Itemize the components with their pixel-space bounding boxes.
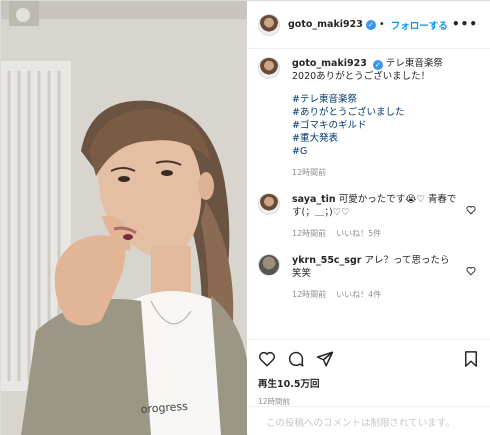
share-icon[interactable] [316, 350, 334, 368]
more-options-icon[interactable]: ••• [452, 17, 478, 31]
verified-icon: ✓ [365, 19, 376, 30]
separator-dot: • [378, 19, 385, 30]
view-count[interactable]: 再生10.5万回 [258, 376, 480, 390]
hashtag-link[interactable]: #テレ東音楽祭 [292, 93, 462, 106]
header-username[interactable]: goto_maki923 [288, 19, 363, 30]
hashtag-link[interactable]: #ゴマキのギルド [292, 119, 462, 132]
verified-icon: ✓ [372, 60, 383, 70]
comment-username[interactable]: ykrn_55c_sgr [292, 255, 361, 266]
caption-username[interactable]: goto_maki923 [292, 58, 367, 69]
likes-count[interactable]: いいね！5件 [336, 229, 381, 238]
heart-icon[interactable] [466, 205, 476, 215]
comment-body: saya_tin 可愛かったです😭♡ 青春です(；＿；)♡♡ 12時間前 いいね！… [292, 193, 480, 240]
hashtag-link[interactable]: #重大発表 [292, 132, 462, 145]
post-header: goto_maki923 ✓ • フォローする ••• [248, 1, 490, 49]
post-video[interactable]: orogress [1, 1, 247, 435]
follow-button[interactable]: フォローする [391, 18, 448, 32]
hashtag-link[interactable]: #G [292, 145, 462, 158]
comment-item: saya_tin 可愛かったです😭♡ 青春です(；＿；)♡♡ 12時間前 いいね！… [258, 193, 480, 240]
caption: goto_maki923 ✓ テレ東音楽祭2020ありがとうございました！ #テ… [258, 57, 480, 179]
comment-meta: 12時間前 いいね！4件 [292, 288, 462, 301]
post-actions: 再生10.5万回 12時間前 [248, 339, 490, 407]
action-icons [258, 346, 480, 372]
avatar[interactable] [258, 193, 280, 215]
bookmark-icon[interactable] [462, 350, 480, 368]
timestamp: 12時間前 [292, 229, 327, 238]
post-side-panel: goto_maki923 ✓ • フォローする ••• goto_maki923… [248, 1, 490, 435]
caption-body: goto_maki923 ✓ テレ東音楽祭2020ありがとうございました！ #テ… [292, 57, 480, 179]
comment-meta: 12時間前 いいね！5件 [292, 227, 462, 240]
avatar[interactable] [258, 254, 280, 276]
instagram-post: orogress goto_maki923 ✓ • フォローする ••• got… [0, 0, 490, 435]
heart-icon[interactable] [466, 266, 476, 276]
comments-restricted-notice: この投稿へのコメントは制限されています。 [248, 406, 490, 435]
comments-list: goto_maki923 ✓ テレ東音楽祭2020ありがとうございました！ #テ… [248, 57, 490, 301]
caption-time: 12時間前 [292, 166, 462, 179]
likes-count[interactable]: いいね！4件 [336, 290, 381, 299]
timestamp: 12時間前 [292, 168, 327, 177]
comment-username[interactable]: saya_tin [292, 194, 336, 205]
video-frame-image: orogress [1, 1, 247, 435]
comment-icon[interactable] [287, 350, 305, 368]
hashtag-link[interactable]: #ありがとうございました [292, 106, 462, 119]
comment-body: ykrn_55c_sgr アレ？って思ったら 笑笑 12時間前 いいね！4件 [292, 254, 480, 301]
avatar[interactable] [258, 57, 280, 79]
heart-icon[interactable] [258, 350, 276, 368]
avatar[interactable] [258, 13, 280, 36]
timestamp: 12時間前 [292, 290, 327, 299]
comment-item: ykrn_55c_sgr アレ？って思ったら 笑笑 12時間前 いいね！4件 [258, 254, 480, 301]
